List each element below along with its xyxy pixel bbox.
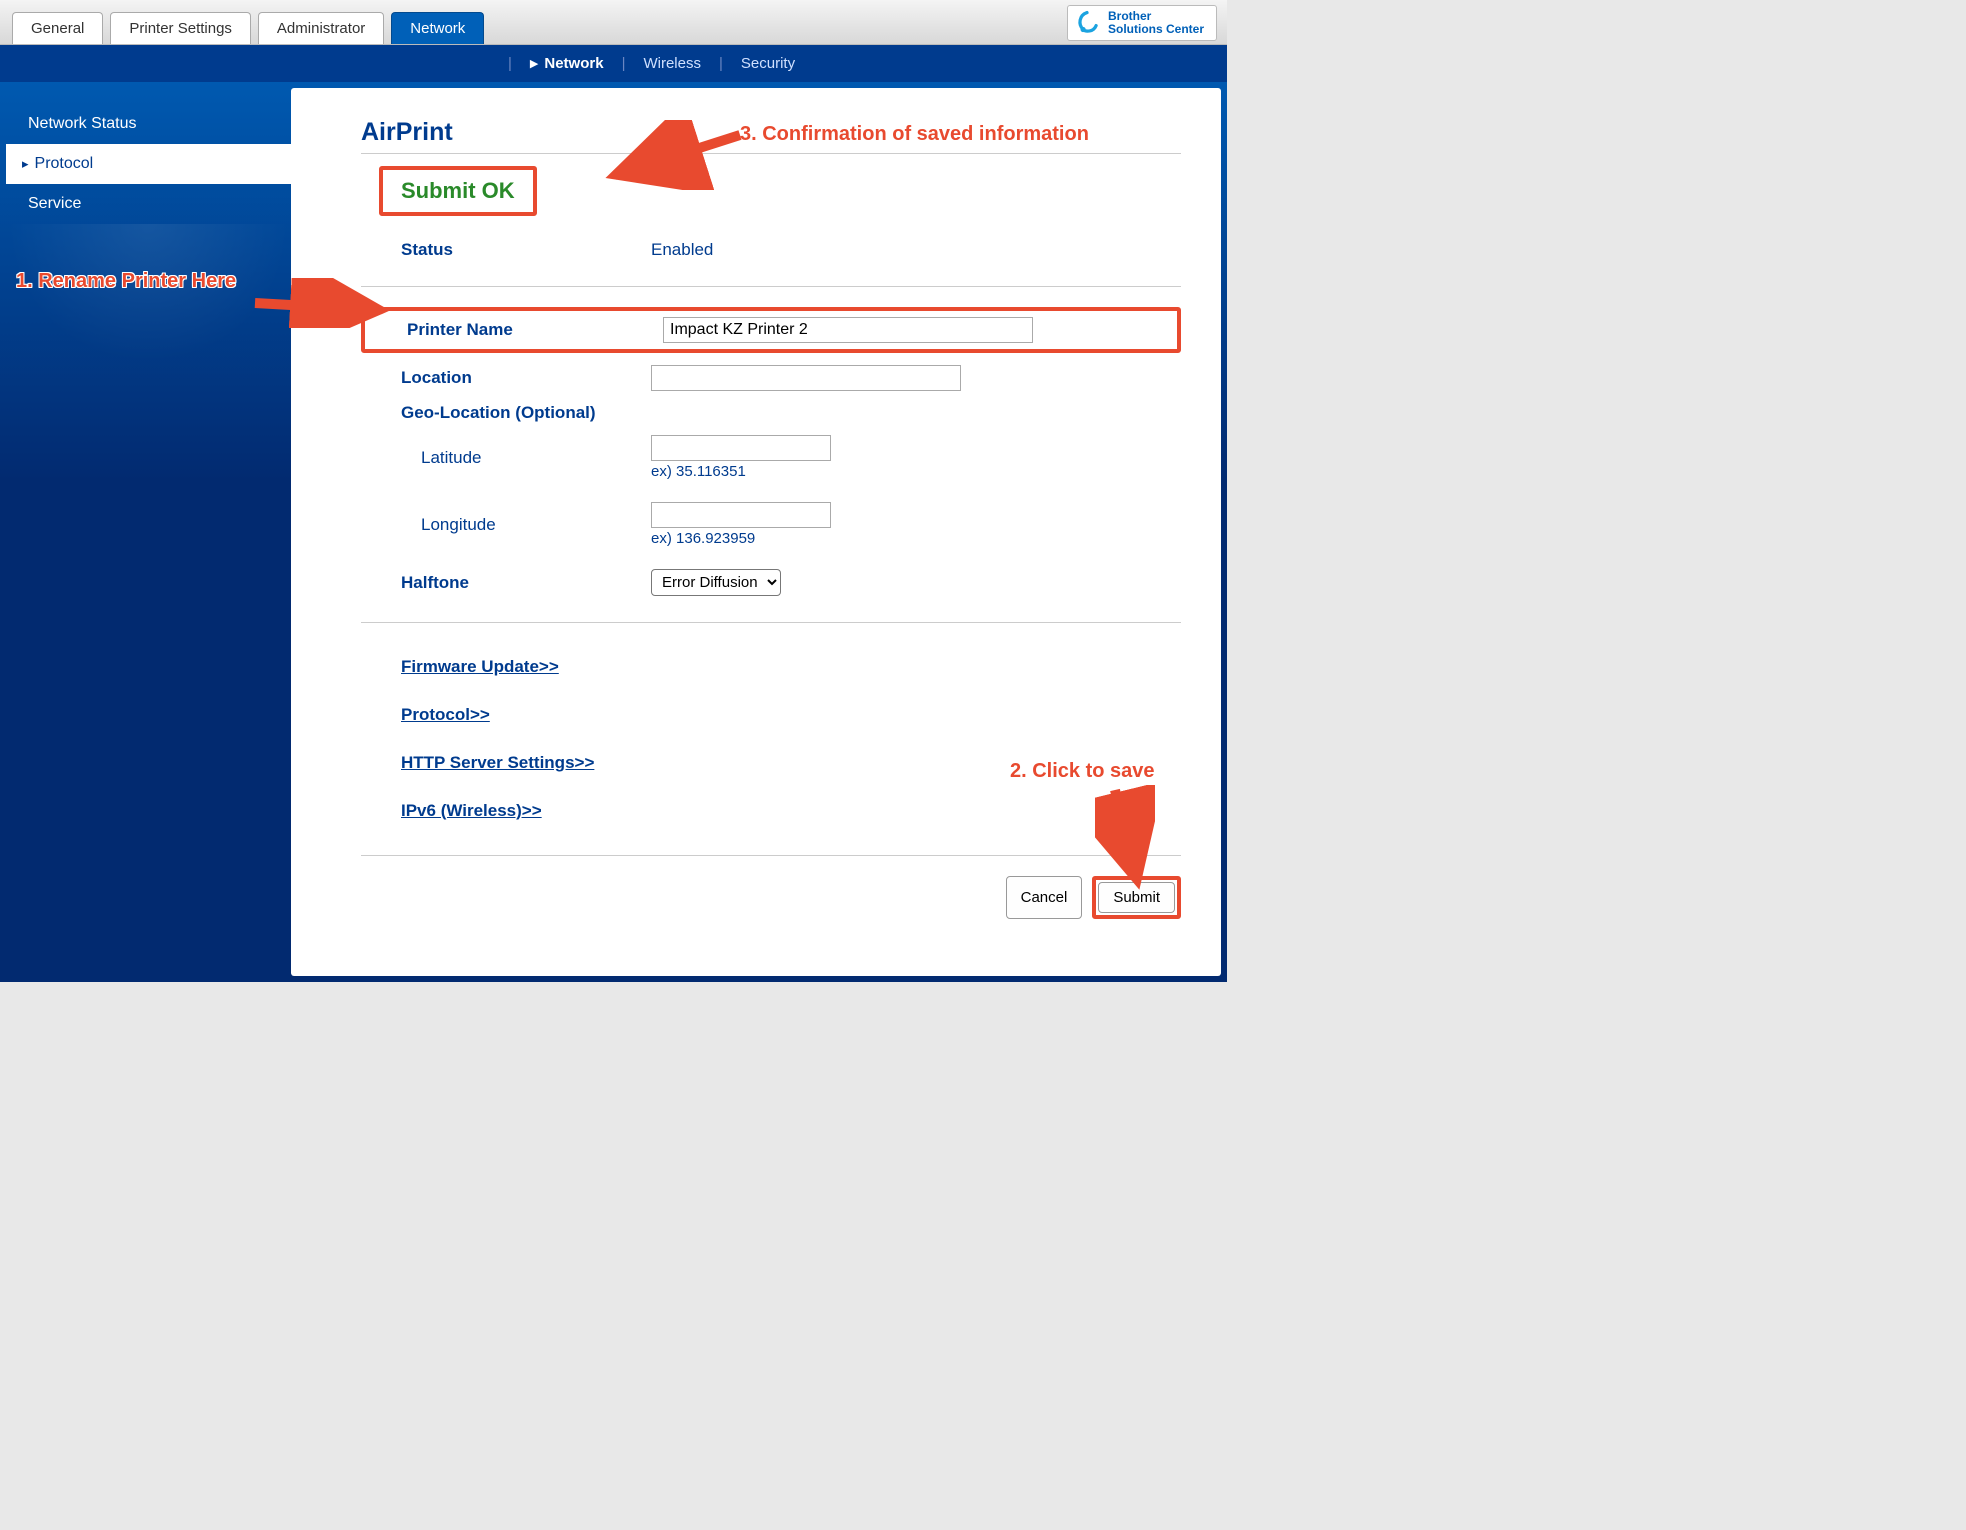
http-server-settings-link[interactable]: HTTP Server Settings>> <box>361 739 1181 787</box>
tab-printer-settings[interactable]: Printer Settings <box>110 12 251 44</box>
subnav-sep: | <box>622 55 626 72</box>
subnav-bar: | ▶ Network | Wireless | Security <box>0 45 1227 82</box>
subnav-network[interactable]: Network <box>544 55 603 72</box>
sidebar-item-service[interactable]: Service <box>6 184 291 224</box>
printer-name-input[interactable] <box>663 317 1033 343</box>
sidebar-item-network-status[interactable]: Network Status <box>6 104 291 144</box>
content-panel: AirPrint Submit OK Status Enabled Printe… <box>291 88 1221 976</box>
top-tab-strip: General Printer Settings Administrator N… <box>0 0 1227 45</box>
halftone-label: Halftone <box>361 573 651 593</box>
sidebar: Network Status Protocol Service <box>6 88 291 976</box>
page-title: AirPrint <box>361 118 1181 147</box>
tab-network[interactable]: Network <box>391 12 484 44</box>
latitude-example: ex) 35.116351 <box>651 463 831 480</box>
subnav-sep: | <box>508 55 512 72</box>
submit-button[interactable]: Submit <box>1098 882 1175 913</box>
latitude-input[interactable] <box>651 435 831 461</box>
tab-administrator[interactable]: Administrator <box>258 12 384 44</box>
halftone-select[interactable]: Error Diffusion <box>651 569 781 596</box>
longitude-example: ex) 136.923959 <box>651 530 831 547</box>
latitude-label: Latitude <box>361 448 651 468</box>
firmware-update-link[interactable]: Firmware Update>> <box>361 643 1181 691</box>
brother-logo-icon <box>1074 10 1100 36</box>
longitude-label: Longitude <box>361 515 651 535</box>
printer-name-label: Printer Name <box>373 320 663 340</box>
tab-general[interactable]: General <box>12 12 103 44</box>
location-label: Location <box>361 368 651 388</box>
status-label: Status <box>361 240 651 260</box>
protocol-link[interactable]: Protocol>> <box>361 691 1181 739</box>
longitude-input[interactable] <box>651 502 831 528</box>
subnav-security[interactable]: Security <box>741 55 795 72</box>
solutions-center-link[interactable]: Brother Solutions Center <box>1067 5 1217 41</box>
sidebar-item-protocol[interactable]: Protocol <box>6 144 291 184</box>
subnav-wireless[interactable]: Wireless <box>643 55 701 72</box>
solutions-line1: Brother <box>1108 9 1151 23</box>
geo-location-label: Geo-Location (Optional) <box>361 403 651 423</box>
location-input[interactable] <box>651 365 961 391</box>
status-value: Enabled <box>651 240 713 260</box>
subnav-active-icon: ▶ <box>530 57 538 70</box>
subnav-sep: | <box>719 55 723 72</box>
solutions-line2: Solutions Center <box>1108 22 1204 36</box>
cancel-button[interactable]: Cancel <box>1006 876 1083 919</box>
ipv6-wireless-link[interactable]: IPv6 (Wireless)>> <box>361 787 1181 835</box>
submit-ok-message: Submit OK <box>383 170 533 212</box>
